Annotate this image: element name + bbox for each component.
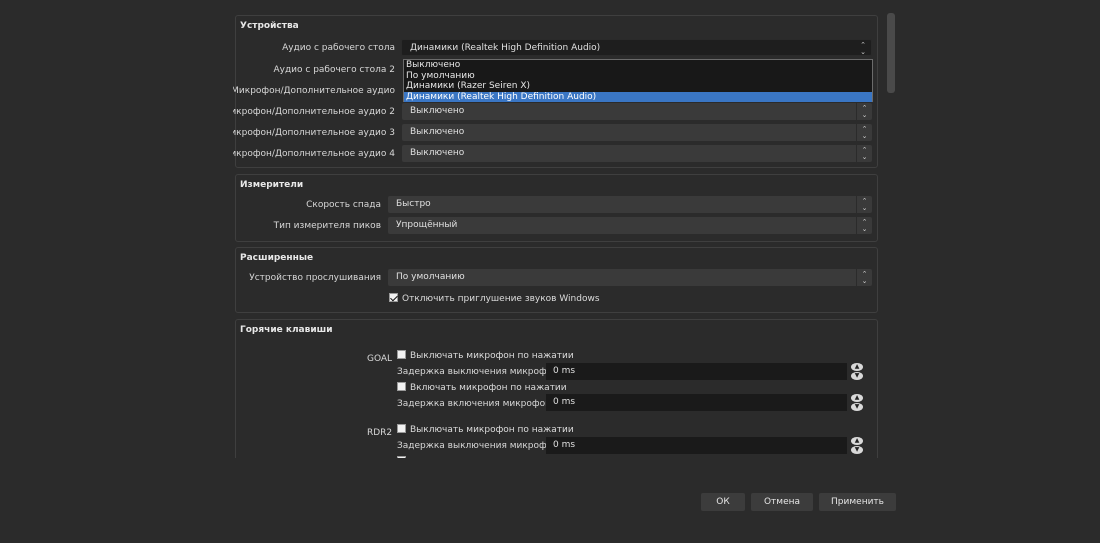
decay-rate-label: Скорость спада	[306, 200, 381, 210]
push-to-talk-checkbox-row[interactable]: Включать микрофон по нажатии	[397, 382, 567, 393]
monitoring-device-select[interactable]: По умолчанию ⌃ ⌄	[388, 269, 872, 286]
spin-up-icon[interactable]: ▲	[851, 394, 863, 402]
push-to-mute-delay-label: Задержка выключения микрофона	[397, 441, 564, 451]
mic2-value: Выключено	[410, 106, 465, 116]
cancel-button[interactable]: Отмена	[751, 493, 813, 511]
desktop-audio-dropdown-list[interactable]: Выключено По умолчанию Динамики (Razer S…	[403, 59, 873, 102]
disable-ducking-label: Отключить приглушение звуков Windows	[402, 294, 600, 304]
dropdown-option[interactable]: Динамики (Razer Seiren X)	[404, 81, 872, 92]
hotkey-source-name: GOAL	[367, 354, 393, 364]
hotkeys-group: Горячие клавиши GOAL Выключать микрофон …	[235, 319, 878, 458]
push-to-mute-label: Выключать микрофон по нажатии	[410, 351, 574, 361]
hotkeys-group-title: Горячие клавиши	[240, 325, 333, 335]
up-down-chevrons-icon: ⌃ ⌄	[856, 217, 872, 234]
push-to-mute-delay-spinbox[interactable]: 0 ms	[546, 437, 847, 454]
spin-down-icon[interactable]: ▼	[851, 403, 863, 411]
push-to-talk-delay-value: 0 ms	[553, 397, 576, 407]
mic3-label: Микрофон/Дополнительное аудио 3	[233, 128, 395, 138]
desktop-audio-label: Аудио с рабочего стола	[282, 43, 395, 53]
devices-group-title: Устройства	[240, 21, 299, 31]
dropdown-option-selected[interactable]: Динамики (Realtek High Definition Audio)	[404, 91, 872, 102]
dropdown-option[interactable]: Выключено	[404, 60, 872, 71]
desktop-audio-select[interactable]: Динамики (Realtek High Definition Audio)…	[401, 39, 872, 56]
mic4-value: Выключено	[410, 148, 465, 158]
advanced-group: Расширенные Устройство прослушивания По …	[235, 247, 878, 313]
mic4-label: Микрофон/Дополнительное аудио 4	[233, 149, 395, 159]
devices-group: Устройства Аудио с рабочего стола Динами…	[233, 15, 878, 168]
checkbox-unchecked-icon[interactable]	[397, 456, 406, 458]
settings-scroll-area[interactable]: Устройства Аудио с рабочего стола Динами…	[233, 12, 881, 458]
mic-label: Микрофон/Дополнительное аудио	[233, 86, 395, 96]
push-to-mute-checkbox-row[interactable]: Выключать микрофон по нажатии	[397, 350, 574, 361]
push-to-mute-delay-spinbox[interactable]: 0 ms	[546, 363, 847, 380]
checkbox-checked-icon[interactable]	[389, 293, 398, 302]
peak-meter-type-label: Тип измерителя пиков	[273, 221, 381, 231]
vertical-scrollbar-thumb[interactable]	[887, 13, 895, 93]
decay-rate-value: Быстро	[396, 199, 431, 209]
push-to-talk-delay-label: Задержка включения микрофона	[397, 399, 557, 409]
spin-up-icon[interactable]: ▲	[851, 437, 863, 445]
decay-rate-select[interactable]: Быстро ⌃ ⌄	[388, 196, 872, 213]
push-to-mute-delay-stepper[interactable]: ▲ ▼	[851, 363, 863, 380]
push-to-talk-label: Включать микрофон по нажатии	[410, 383, 567, 393]
dropdown-option[interactable]: По умолчанию	[404, 71, 872, 82]
monitoring-device-value: По умолчанию	[396, 272, 465, 282]
up-down-chevrons-icon: ⌃ ⌄	[856, 124, 872, 141]
spin-up-icon[interactable]: ▲	[851, 363, 863, 371]
push-to-mute-delay-value: 0 ms	[553, 440, 576, 450]
up-down-chevrons-icon: ⌃ ⌄	[860, 41, 866, 56]
desktop-audio2-label: Аудио с рабочего стола 2	[273, 65, 395, 75]
meters-group-title: Измерители	[240, 180, 304, 190]
mic2-select[interactable]: Выключено ⌃ ⌄	[402, 103, 872, 120]
push-to-talk-delay-stepper[interactable]: ▲ ▼	[851, 394, 863, 411]
checkbox-unchecked-icon[interactable]	[397, 350, 406, 359]
push-to-mute-checkbox-row[interactable]: Выключать микрофон по нажатии	[397, 424, 574, 435]
meters-group: Измерители Скорость спада Быстро ⌃ ⌄ Тип …	[235, 174, 878, 242]
push-to-mute-delay-label: Задержка выключения микрофона	[397, 367, 564, 377]
monitoring-device-label: Устройство прослушивания	[249, 273, 381, 283]
push-to-talk-checkbox-row-partial[interactable]	[397, 456, 410, 458]
disable-ducking-checkbox-row[interactable]: Отключить приглушение звуков Windows	[389, 293, 600, 304]
up-down-chevrons-icon: ⌃ ⌄	[856, 269, 872, 286]
checkbox-unchecked-icon[interactable]	[397, 382, 406, 391]
hotkey-source-name: RDR2	[367, 428, 393, 438]
peak-meter-type-value: Упрощённый	[396, 220, 458, 230]
spin-down-icon[interactable]: ▼	[851, 446, 863, 454]
spin-down-icon[interactable]: ▼	[851, 372, 863, 380]
checkbox-unchecked-icon[interactable]	[397, 424, 406, 433]
up-down-chevrons-icon: ⌃ ⌄	[856, 103, 872, 120]
ok-button[interactable]: ОК	[701, 493, 745, 511]
push-to-talk-delay-spinbox[interactable]: 0 ms	[546, 394, 847, 411]
push-to-mute-delay-value: 0 ms	[553, 366, 576, 376]
push-to-mute-delay-stepper[interactable]: ▲ ▼	[851, 437, 863, 454]
up-down-chevrons-icon: ⌃ ⌄	[856, 145, 872, 162]
apply-button[interactable]: Применить	[819, 493, 896, 511]
mic2-label: Микрофон/Дополнительное аудио 2	[233, 107, 395, 117]
mic3-select[interactable]: Выключено ⌃ ⌄	[402, 124, 872, 141]
up-down-chevrons-icon: ⌃ ⌄	[856, 196, 872, 213]
desktop-audio-value: Динамики (Realtek High Definition Audio)	[410, 43, 601, 53]
peak-meter-type-select[interactable]: Упрощённый ⌃ ⌄	[388, 217, 872, 234]
advanced-group-title: Расширенные	[240, 253, 314, 263]
push-to-mute-label: Выключать микрофон по нажатии	[410, 425, 574, 435]
mic3-value: Выключено	[410, 127, 465, 137]
mic4-select[interactable]: Выключено ⌃ ⌄	[402, 145, 872, 162]
